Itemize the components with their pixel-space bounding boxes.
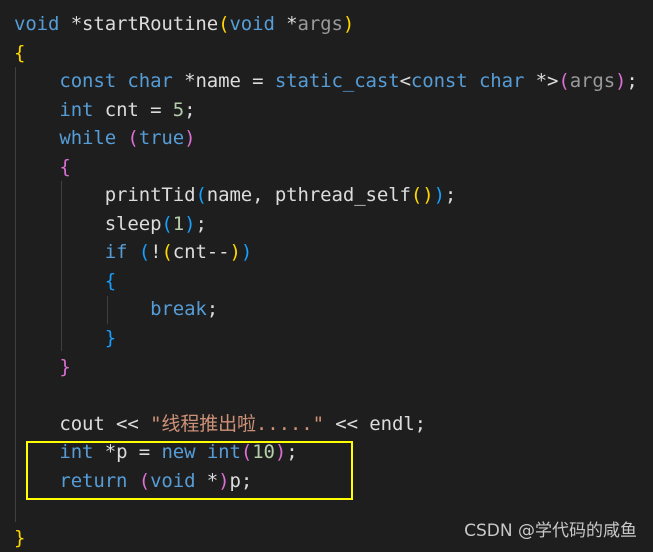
- code-token: }: [14, 526, 26, 549]
- code-line: {: [14, 153, 638, 182]
- code-token: printTid: [14, 184, 196, 207]
- indent-guide: [15, 67, 16, 522]
- code-token: ;: [444, 184, 457, 207]
- code-token: void: [14, 13, 60, 35]
- code-token: ): [184, 212, 196, 235]
- code-line: sleep(1);: [14, 210, 638, 239]
- code-token: <: [399, 70, 411, 93]
- code-token: (: [195, 184, 207, 207]
- indent-guide: [107, 296, 108, 324]
- code-line: {: [14, 267, 638, 296]
- code-token: (: [558, 70, 570, 93]
- code-token: {: [14, 41, 26, 64]
- code-token: (): [410, 184, 434, 207]
- code-line: while (true): [14, 124, 638, 153]
- code-line: int cnt = 5;: [14, 96, 638, 125]
- code-token: const: [410, 70, 468, 93]
- code-token: char: [127, 70, 173, 93]
- code-line: void *startRoutine(void *args): [14, 10, 638, 39]
- code-token: ;: [206, 298, 219, 321]
- code-token: 1: [172, 212, 185, 235]
- code-token: const: [59, 70, 117, 93]
- code-token: ;: [626, 70, 638, 93]
- code-token: char: [478, 70, 525, 93]
- code-token: (: [138, 241, 151, 264]
- code-line: {: [14, 39, 638, 68]
- indent-guide: [61, 181, 62, 351]
- code-token: *startRoutine: [59, 13, 219, 35]
- code-token: cout <<: [14, 412, 151, 435]
- watermark: CSDN @学代码的咸鱼: [464, 521, 637, 541]
- code-token: ): [342, 13, 355, 35]
- code-line: if (!(cnt--)): [14, 238, 638, 267]
- code-token: ): [229, 241, 241, 264]
- code-token: *: [274, 13, 298, 35]
- code-token: if: [104, 241, 128, 264]
- code-line: printTid(name, pthread_self());: [14, 181, 638, 210]
- code-token: (: [127, 127, 139, 150]
- code-token: cnt--: [172, 241, 230, 264]
- code-token: }: [104, 327, 117, 350]
- code-token: cnt =: [93, 98, 173, 121]
- code-line: }: [14, 324, 638, 353]
- code-token: ;: [184, 98, 196, 121]
- code-token: ;: [195, 212, 207, 235]
- code-token: sleep: [14, 212, 162, 235]
- code-token: args: [297, 13, 343, 35]
- code-token: break: [150, 298, 207, 321]
- code-token: {: [104, 269, 117, 292]
- code-token: !: [150, 241, 162, 264]
- code-token: name, pthread_self: [206, 184, 411, 207]
- code-token: (: [161, 241, 173, 264]
- code-token: while: [59, 127, 117, 150]
- code-token: ): [615, 70, 627, 93]
- code-token: ): [433, 184, 445, 207]
- code-token: ): [184, 127, 196, 150]
- code-token: void: [229, 13, 275, 35]
- code-token: (: [161, 212, 173, 235]
- code-token: 5: [172, 98, 185, 121]
- code-line: }: [14, 353, 638, 382]
- code-token: int: [59, 98, 94, 121]
- code-token: (: [218, 13, 230, 35]
- code-token: static_cast: [274, 70, 400, 93]
- code-line: const char *name = static_cast<const cha…: [14, 67, 638, 96]
- code-token: *name =: [172, 70, 275, 93]
- code-token: << endl;: [323, 412, 427, 435]
- code-token: *>: [524, 70, 559, 93]
- code-token: ): [240, 241, 253, 264]
- code-token: args: [569, 70, 616, 93]
- code-line: cout << "线程推出啦....." << endl;: [14, 410, 638, 439]
- code-token: }: [59, 355, 71, 378]
- code-token: true: [138, 127, 185, 150]
- highlight-box: [26, 441, 353, 500]
- code-token: "线程推出啦.....": [150, 412, 324, 435]
- code-token: {: [59, 155, 71, 178]
